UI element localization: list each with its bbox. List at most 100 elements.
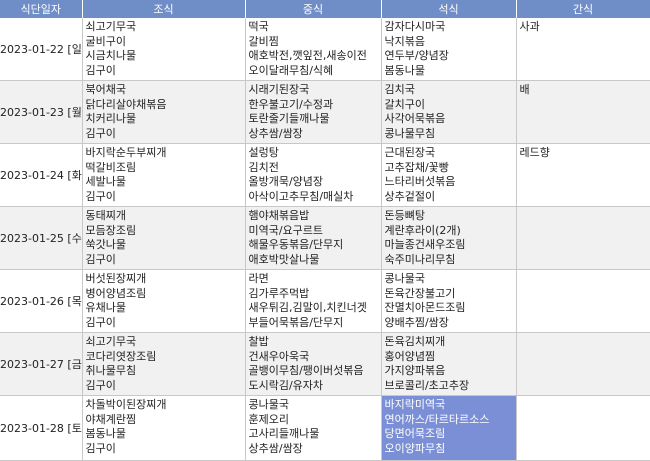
menu-item: 떡갈비조림 — [85, 160, 137, 174]
menu-item: 봄동나물 — [85, 427, 126, 440]
header-breakfast[interactable]: 조식 — [82, 0, 246, 18]
date-cell[interactable]: 2023-01-26 [목요일] — [0, 269, 83, 333]
menu-item: 근대된장국 — [384, 146, 436, 159]
dinner-cell[interactable]: 돈육김치찌개 홍어양념찜 가지양파볶음 브로콜리/초고추장 — [381, 332, 517, 396]
menu-item: 설렁탕 — [248, 146, 279, 159]
menu-item: 세발나물 — [85, 175, 126, 188]
menu-item: 양배추찜/쌈장 — [384, 315, 449, 329]
menu-item: 닭다리살야채볶음 — [85, 97, 167, 111]
breakfast-cell[interactable]: 바지락순두부찌개 떡갈비조림 세발나물 김구이 — [82, 143, 246, 207]
header-dinner[interactable]: 석식 — [381, 0, 517, 18]
menu-item: 상추겉절이 — [384, 189, 436, 203]
menu-item: 김구이 — [85, 315, 116, 329]
header-snack[interactable]: 간식 — [516, 0, 650, 18]
menu-item: 김구이 — [85, 63, 116, 77]
menu-item: 쇠고기무국 — [85, 335, 137, 348]
date-cell[interactable]: 2023-01-25 [수요일] — [0, 206, 83, 270]
menu-item: 상추쌈/쌈장 — [248, 441, 303, 455]
table-row[interactable]: 2023-01-25 [수요일]동태찌개모듬장조림쑥갓나물김구이햄야채볶음밥미역… — [0, 206, 650, 270]
menu-item: 굴비구이 — [85, 34, 126, 48]
breakfast-cell[interactable]: 버섯된장찌개 병어양념조림 유채나물 김구이 — [82, 269, 246, 333]
header-date[interactable]: 식단일자 — [0, 0, 83, 18]
menu-item: 햄야채볶음밥 — [248, 209, 310, 222]
date-cell[interactable]: 2023-01-24 [화요일] — [0, 143, 83, 207]
table-body: 2023-01-22 [일요일]쇠고기무국굴비구이시금치나물김구이떡국갈비찜애호… — [0, 18, 650, 461]
menu-item: 바지락미역국 — [384, 398, 446, 411]
lunch-cell[interactable]: 콩나물국 훈제오리 고사리들깨나물 상추쌈/쌈장 — [245, 395, 382, 461]
dinner-cell[interactable]: 돈등뼈탕 계란후라이(2개) 마늘종건새우조림 숙주미나리무침 — [381, 206, 517, 270]
lunch-cell[interactable]: 떡국 갈비찜 애호박전,깻잎전,새송이전 오이달래무침/식혜 — [245, 18, 382, 81]
breakfast-cell[interactable]: 쇠고기무국 굴비구이 시금치나물 김구이 — [82, 18, 246, 81]
menu-item: 계란후라이(2개) — [384, 223, 461, 237]
date-cell[interactable]: 2023-01-28 [토요일] — [0, 395, 83, 461]
menu-item: 김구이 — [85, 378, 116, 392]
menu-item: 고추잡채/꽃빵 — [384, 160, 449, 174]
menu-item: 레드향 — [519, 146, 550, 159]
table-row[interactable]: 2023-01-23 [월요일]북어채국닭다리살야채볶음치커리나물김구이시래기된… — [0, 80, 650, 144]
header-lunch[interactable]: 중식 — [245, 0, 382, 18]
table-header-row: 식단일자 조식 중식 석식 간식 — [0, 0, 650, 18]
menu-item: 쑥갓나물 — [85, 238, 126, 251]
dinner-cell[interactable]: 콩나물국 돈육간장불고기 잔멸치아몬드조림 양배추찜/쌈장 — [381, 269, 517, 333]
date-cell[interactable]: 2023-01-27 [금요일] — [0, 332, 83, 396]
menu-item: 잔멸치아몬드조림 — [384, 301, 466, 314]
menu-item: 시금치나물 — [85, 49, 137, 62]
menu-item: 오이양파무침 — [384, 441, 446, 455]
menu-item: 새우튀김,김말이,치킨너겟 — [248, 301, 367, 314]
menu-item: 감자다시마국 — [384, 20, 446, 33]
snack-cell[interactable] — [516, 206, 650, 270]
snack-cell[interactable] — [516, 395, 650, 461]
menu-item: 느타리버섯볶음 — [384, 175, 456, 188]
menu-item: 김치전 — [248, 160, 279, 174]
table-row[interactable]: 2023-01-24 [화요일]바지락순두부찌개떡갈비조림세발나물김구이설렁탕김… — [0, 143, 650, 207]
date-cell[interactable]: 2023-01-23 [월요일] — [0, 80, 83, 144]
menu-item: 도시락김/유자차 — [248, 378, 324, 392]
menu-item: 버섯된장찌개 — [85, 272, 147, 285]
menu-item: 마늘종건새우조림 — [384, 238, 466, 251]
menu-item: 애호박전,깻잎전,새송이전 — [248, 49, 367, 62]
dinner-cell[interactable]: 감자다시마국 낙지볶음 연두부/양념장 봄동나물 — [381, 18, 517, 81]
menu-item: 모듬장조림 — [85, 223, 137, 237]
snack-cell[interactable]: 레드향 — [516, 143, 650, 207]
dinner-cell[interactable]: 바지락미역국 연어까스/타르타르소스 당면어묵조림 오이양파무침 — [381, 395, 517, 461]
date-cell[interactable]: 2023-01-22 [일요일] — [0, 18, 83, 81]
snack-cell[interactable]: 배 — [516, 80, 650, 144]
menu-item: 병어양념조림 — [85, 286, 147, 300]
breakfast-cell[interactable]: 차돌박이된장찌개 야채계란찜 봄동나물 김구이 — [82, 395, 246, 461]
menu-item: 오이달래무침/식혜 — [248, 63, 334, 77]
lunch-cell[interactable]: 햄야채볶음밥 미역국/요구르트 해물우동볶음/단무지 애호박맛살나물 — [245, 206, 382, 270]
snack-cell[interactable] — [516, 332, 650, 396]
snack-cell[interactable] — [516, 269, 650, 333]
dinner-cell[interactable]: 김치국 갈치구이 사각어묵볶음 콩나물무침 — [381, 80, 517, 144]
lunch-cell[interactable]: 찰밥 건새우아욱국 골뱅이무침/팽이버섯볶음 도시락김/유자차 — [245, 332, 382, 396]
lunch-cell[interactable]: 라면 김가루주먹밥 새우튀김,김말이,치킨너겟 부들어묵볶음/단무지 — [245, 269, 382, 333]
menu-item: 갈비찜 — [248, 34, 279, 48]
menu-item: 훈제오리 — [248, 412, 289, 426]
menu-item: 바지락순두부찌개 — [85, 146, 167, 159]
menu-item: 차돌박이된장찌개 — [85, 398, 167, 411]
dinner-cell[interactable]: 근대된장국 고추잡채/꽃빵 느타리버섯볶음 상추겉절이 — [381, 143, 517, 207]
breakfast-cell[interactable]: 동태찌개 모듬장조림 쑥갓나물 김구이 — [82, 206, 246, 270]
menu-item: 김구이 — [85, 441, 116, 455]
table-row[interactable]: 2023-01-27 [금요일]쇠고기무국코다리엿장조림취나물무침김구이찰밥건새… — [0, 332, 650, 396]
menu-item: 쇠고기무국 — [85, 20, 137, 33]
table-row[interactable]: 2023-01-26 [목요일]버섯된장찌개병어양념조림유채나물김구이라면김가루… — [0, 269, 650, 333]
menu-item: 코다리엿장조림 — [85, 349, 157, 363]
menu-item: 연두부/양념장 — [384, 49, 449, 62]
table-row[interactable]: 2023-01-22 [일요일]쇠고기무국굴비구이시금치나물김구이떡국갈비찜애호… — [0, 18, 650, 81]
lunch-cell[interactable]: 설렁탕 김치전 올방개묵/양념장 아삭이고추무침/매실차 — [245, 143, 382, 207]
menu-item: 당면어묵조림 — [384, 427, 446, 440]
snack-cell[interactable]: 사과 — [516, 18, 650, 81]
menu-item: 콩나물국 — [384, 272, 425, 285]
breakfast-cell[interactable]: 북어채국 닭다리살야채볶음 치커리나물 김구이 — [82, 80, 246, 144]
menu-item: 김치국 — [384, 83, 415, 96]
table-row[interactable]: 2023-01-28 [토요일]차돌박이된장찌개야채계란찜봄동나물김구이콩나물국… — [0, 395, 650, 461]
menu-item: 사각어묵볶음 — [384, 112, 446, 125]
breakfast-cell[interactable]: 쇠고기무국 코다리엿장조림 취나물무침 김구이 — [82, 332, 246, 396]
lunch-cell[interactable]: 시래기된장국 한우불고기/수정과 토란줄기들깨나물 상추쌈/쌈장 — [245, 80, 382, 144]
menu-item: 연어까스/타르타르소스 — [384, 412, 490, 426]
menu-item: 동태찌개 — [85, 209, 126, 222]
menu-item: 부들어묵볶음/단무지 — [248, 315, 344, 329]
menu-item: 김구이 — [85, 126, 116, 140]
menu-item: 낙지볶음 — [384, 34, 425, 48]
